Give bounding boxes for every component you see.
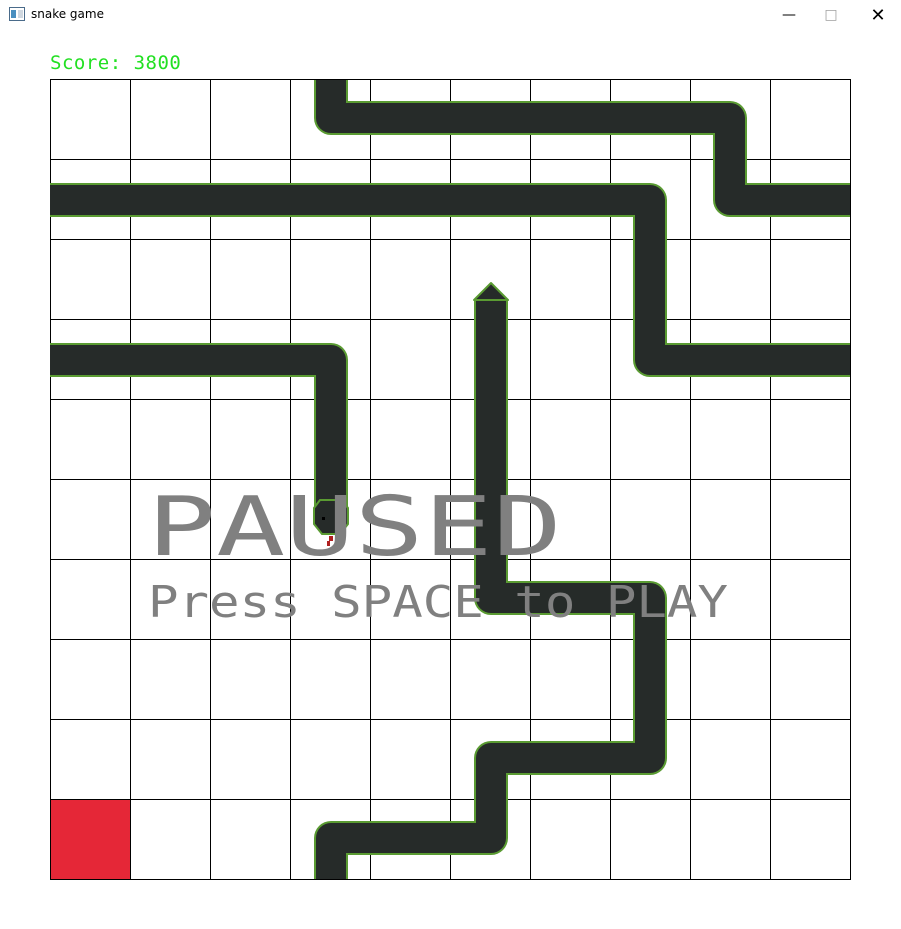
game-board[interactable]: PAUSED Press SPACE to PLAY <box>0 0 901 929</box>
pause-overlay: PAUSED Press SPACE to PLAY <box>147 480 728 628</box>
pause-title: PAUSED <box>147 480 562 575</box>
food-apple <box>51 800 130 879</box>
snake-tail <box>473 282 509 301</box>
pause-subtitle: Press SPACE to PLAY <box>148 577 728 628</box>
